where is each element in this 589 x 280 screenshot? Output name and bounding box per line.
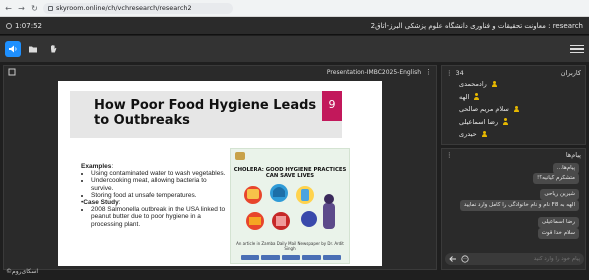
app-header: 1:07:52 research : معاونت تحقیقات و فناو… xyxy=(0,17,589,35)
chat-message-author: شیرین ریاحی xyxy=(540,189,579,200)
toolbar xyxy=(0,36,589,62)
emoji-icon[interactable] xyxy=(461,255,469,263)
lock-icon xyxy=(48,5,53,11)
chat-panel: ⋮ پیام‌ها پیام‌ها... متشکرم کیانیه؟! شیر… xyxy=(441,148,586,270)
users-label: کاربران xyxy=(560,68,581,77)
forward-icon[interactable]: → xyxy=(17,4,26,13)
more-options-icon[interactable]: ⋮ xyxy=(446,151,453,159)
send-icon[interactable] xyxy=(449,255,457,263)
folder-icon xyxy=(29,46,37,53)
cholera-poster-image: CHOLERA: GOOD HYGIENE PRACTICES CAN SAVE… xyxy=(230,148,350,264)
more-options-icon[interactable]: ⋮ xyxy=(446,69,453,77)
list-item[interactable]: رادمحمدی xyxy=(459,78,579,91)
poster-title: CHOLERA: GOOD HYGIENE PRACTICES CAN SAVE… xyxy=(233,167,347,179)
hygiene-icons xyxy=(244,184,335,230)
reload-icon[interactable]: ↻ xyxy=(30,4,39,13)
timer: 1:07:52 xyxy=(6,22,42,30)
list-item[interactable]: الهه xyxy=(459,91,579,104)
menu-icon xyxy=(570,44,584,47)
slide-header: How Poor Food Hygiene Leads to Outbreaks… xyxy=(70,91,342,138)
browser-bar: ← → ↻ skyroom.online/ch/vchresearch/rese… xyxy=(0,0,589,17)
poster-header xyxy=(231,149,349,163)
back-icon[interactable]: ← xyxy=(4,4,13,13)
chat-message-author: رضا اسماعیلی xyxy=(537,217,579,228)
raise-hand-button[interactable] xyxy=(45,41,61,57)
file-button[interactable] xyxy=(25,41,41,57)
chat-message: متشکرم کیانیه؟! xyxy=(533,173,579,184)
clock-icon xyxy=(6,22,12,29)
timer-text: 1:07:52 xyxy=(15,21,42,30)
speaker-icon xyxy=(9,45,17,53)
brand-footer: ©اسکای‌روم xyxy=(6,268,39,275)
chat-message: الهه به F8 نام و نام خانوادگی را کامل وا… xyxy=(459,200,579,211)
expand-icon[interactable] xyxy=(8,68,16,76)
chat-label: پیام‌ها xyxy=(565,151,581,159)
list-item: Undercooking meat, allowing bacteria to … xyxy=(91,177,226,191)
user-icon xyxy=(502,118,509,125)
list-item: 2008 Salmonella outbreak in the USA link… xyxy=(91,206,226,228)
poster-logos xyxy=(241,255,342,260)
user-icon xyxy=(491,80,498,88)
user-icon xyxy=(481,130,488,138)
slide-body: Examples: Using contaminated water to wa… xyxy=(81,163,226,228)
menu-button[interactable] xyxy=(570,42,584,56)
user-icon xyxy=(513,105,520,113)
list-item: Storing food at unsafe temperatures. xyxy=(91,192,226,199)
examples-list: Using contaminated water to wash vegetab… xyxy=(81,170,226,199)
screen: ← → ↻ skyroom.online/ch/vchresearch/rese… xyxy=(0,0,589,280)
chat-input-bar xyxy=(445,253,584,265)
more-options-icon[interactable]: ⋮ xyxy=(425,68,432,76)
hand-icon xyxy=(51,45,57,53)
slide-title: How Poor Food Hygiene Leads to Outbreaks xyxy=(94,98,317,128)
user-list: رادمحمدی الهه سلام مریم صالحی رضا اسماعی… xyxy=(459,78,579,141)
users-panel: ⋮ 34 کاربران رادمحمدی الهه سلام مریم صال… xyxy=(441,65,586,145)
room-title: research : معاونت تحقیقات و فناوری دانشگ… xyxy=(370,21,583,30)
list-item[interactable]: حیدری xyxy=(459,128,579,141)
hygiene-illustrations xyxy=(239,183,343,235)
user-count: ⋮ 34 xyxy=(446,69,464,77)
case-heading: Case Study xyxy=(83,199,119,207)
url-text: skyroom.online/ch/vchresearch/research2 xyxy=(56,4,192,12)
presentation-header: Presentation-IMBC2025-English ⋮ xyxy=(4,66,436,78)
chat-input[interactable] xyxy=(473,256,580,262)
user-count-value: 34 xyxy=(455,68,464,77)
user-icon xyxy=(473,93,480,100)
case-list: 2008 Salmonella outbreak in the USA link… xyxy=(81,206,226,228)
poster-caption: An article in Zamba Daily Mail Newspaper… xyxy=(236,241,344,251)
slide-number: 9 xyxy=(322,91,342,121)
address-bar[interactable]: skyroom.online/ch/vchresearch/research2 xyxy=(43,2,233,14)
slide: How Poor Food Hygiene Leads to Outbreaks… xyxy=(58,81,382,266)
chat-message: سلام خدا قوت xyxy=(537,228,579,239)
list-item: Using contaminated water to wash vegetab… xyxy=(91,170,226,177)
newspaper-logo-icon xyxy=(235,152,245,160)
list-item[interactable]: رضا اسماعیلی xyxy=(459,116,579,129)
chat-header: ⋮ پیام‌ها xyxy=(442,149,585,161)
examples-heading: Examples xyxy=(81,163,112,170)
presentation-title: Presentation-IMBC2025-English xyxy=(326,68,421,76)
speaker-button[interactable] xyxy=(5,41,21,57)
presentation-panel: Presentation-IMBC2025-English ⋮ How Poor… xyxy=(3,65,437,270)
list-item[interactable]: سلام مریم صالحی xyxy=(459,103,579,116)
